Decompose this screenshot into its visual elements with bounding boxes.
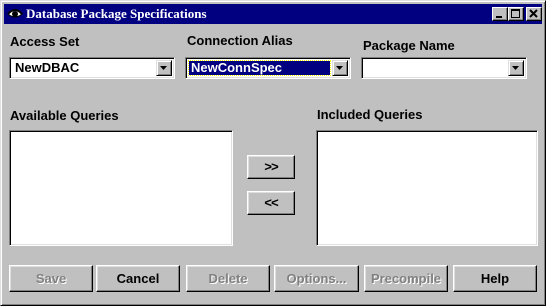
package-name-dropdown-button[interactable] (508, 60, 524, 76)
maximize-icon (511, 9, 520, 18)
close-icon (529, 9, 538, 18)
access-set-value: NewDBAC (15, 60, 80, 75)
access-set-combobox[interactable]: NewDBAC (9, 57, 175, 79)
delete-button[interactable]: Delete (186, 265, 270, 292)
connection-alias-dropdown-button[interactable] (332, 60, 348, 76)
add-query-button[interactable]: >> (247, 155, 295, 179)
save-button[interactable]: Save (9, 265, 93, 292)
minimize-icon (496, 16, 502, 18)
included-queries-label: Included Queries (317, 107, 423, 122)
included-queries-list[interactable] (316, 130, 538, 246)
package-name-combobox[interactable] (361, 57, 527, 79)
connection-alias-label: Connection Alias (187, 33, 293, 48)
help-button[interactable]: Help (453, 265, 537, 292)
title-bar[interactable]: Database Package Specifications (4, 4, 542, 24)
remove-query-button[interactable]: << (247, 191, 295, 215)
available-queries-list[interactable] (9, 130, 233, 246)
available-queries-label: Available Queries (10, 108, 119, 123)
chevron-down-icon (160, 66, 167, 70)
connection-alias-value: NewConnSpec (188, 60, 331, 76)
maximize-button[interactable] (508, 7, 524, 21)
dialog-window: Database Package Specifications Access S… (0, 0, 546, 306)
connection-alias-combobox[interactable]: NewConnSpec (185, 57, 351, 79)
access-set-dropdown-button[interactable] (156, 60, 172, 76)
options-button[interactable]: Options... (274, 265, 359, 292)
chevron-down-icon (512, 66, 519, 70)
access-set-label: Access Set (10, 34, 80, 49)
precompile-button[interactable]: Precompile (364, 265, 448, 292)
cancel-button[interactable]: Cancel (96, 265, 180, 292)
eye-icon (7, 9, 23, 18)
minimize-button[interactable] (492, 7, 508, 21)
window-title: Database Package Specifications (26, 6, 207, 21)
chevron-down-icon (336, 66, 343, 70)
close-button[interactable] (526, 7, 542, 21)
package-name-label: Package Name (363, 38, 455, 53)
